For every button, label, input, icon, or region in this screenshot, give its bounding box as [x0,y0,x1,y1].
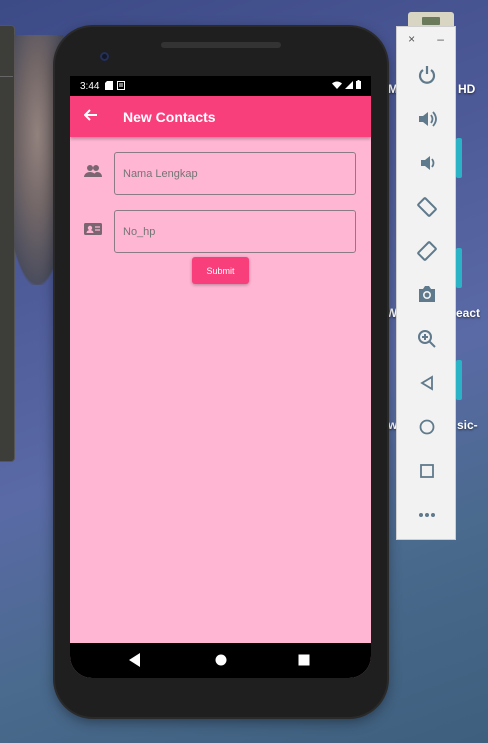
desktop-label: HD [458,82,476,96]
submit-button[interactable]: Submit [192,257,249,284]
phone-camera [100,52,109,61]
people-icon [84,164,104,184]
volume-down-icon[interactable] [415,151,439,175]
nav-home-icon[interactable] [215,653,229,667]
notification-icon [117,80,126,92]
status-time: 3:44 [80,80,100,92]
app-screen: 3:44 New Contacts Nama Lengkap No_hp Sub… [70,76,371,678]
background-window [0,25,15,462]
rotate-left-icon[interactable] [415,195,439,219]
close-icon[interactable]: × [408,32,415,46]
wifi-icon [332,81,342,92]
rotate-right-icon[interactable] [415,239,439,263]
nav-overview-icon[interactable] [298,653,312,667]
power-icon[interactable] [415,63,439,87]
home-icon[interactable] [415,415,439,439]
status-bar: 3:44 [70,76,371,96]
back-icon[interactable] [415,371,439,395]
nav-back-icon[interactable] [129,653,143,667]
more-icon[interactable] [415,503,439,527]
desktop-tile [456,248,462,288]
overview-icon[interactable] [415,459,439,483]
navigation-bar [70,643,371,678]
signal-icon [345,80,353,92]
battery-icon [356,80,361,92]
desktop-label: sic- [457,418,478,432]
app-bar: New Contacts [70,96,371,137]
minimize-icon[interactable]: – [437,32,444,46]
phone-field[interactable] [114,210,356,253]
desktop-tile [456,138,462,178]
zoom-icon[interactable] [415,327,439,351]
page-title: New Contacts [123,108,216,125]
phone-speaker [161,42,281,48]
contact-card-icon [84,222,104,242]
emulator-toolbar: × – [396,26,456,540]
name-field[interactable] [114,152,356,195]
back-arrow-icon[interactable] [70,108,112,126]
desktop-label: eact [456,306,481,320]
sd-card-icon [105,80,114,92]
desktop-tile [456,360,462,400]
volume-up-icon[interactable] [415,107,439,131]
camera-icon[interactable] [415,282,439,306]
